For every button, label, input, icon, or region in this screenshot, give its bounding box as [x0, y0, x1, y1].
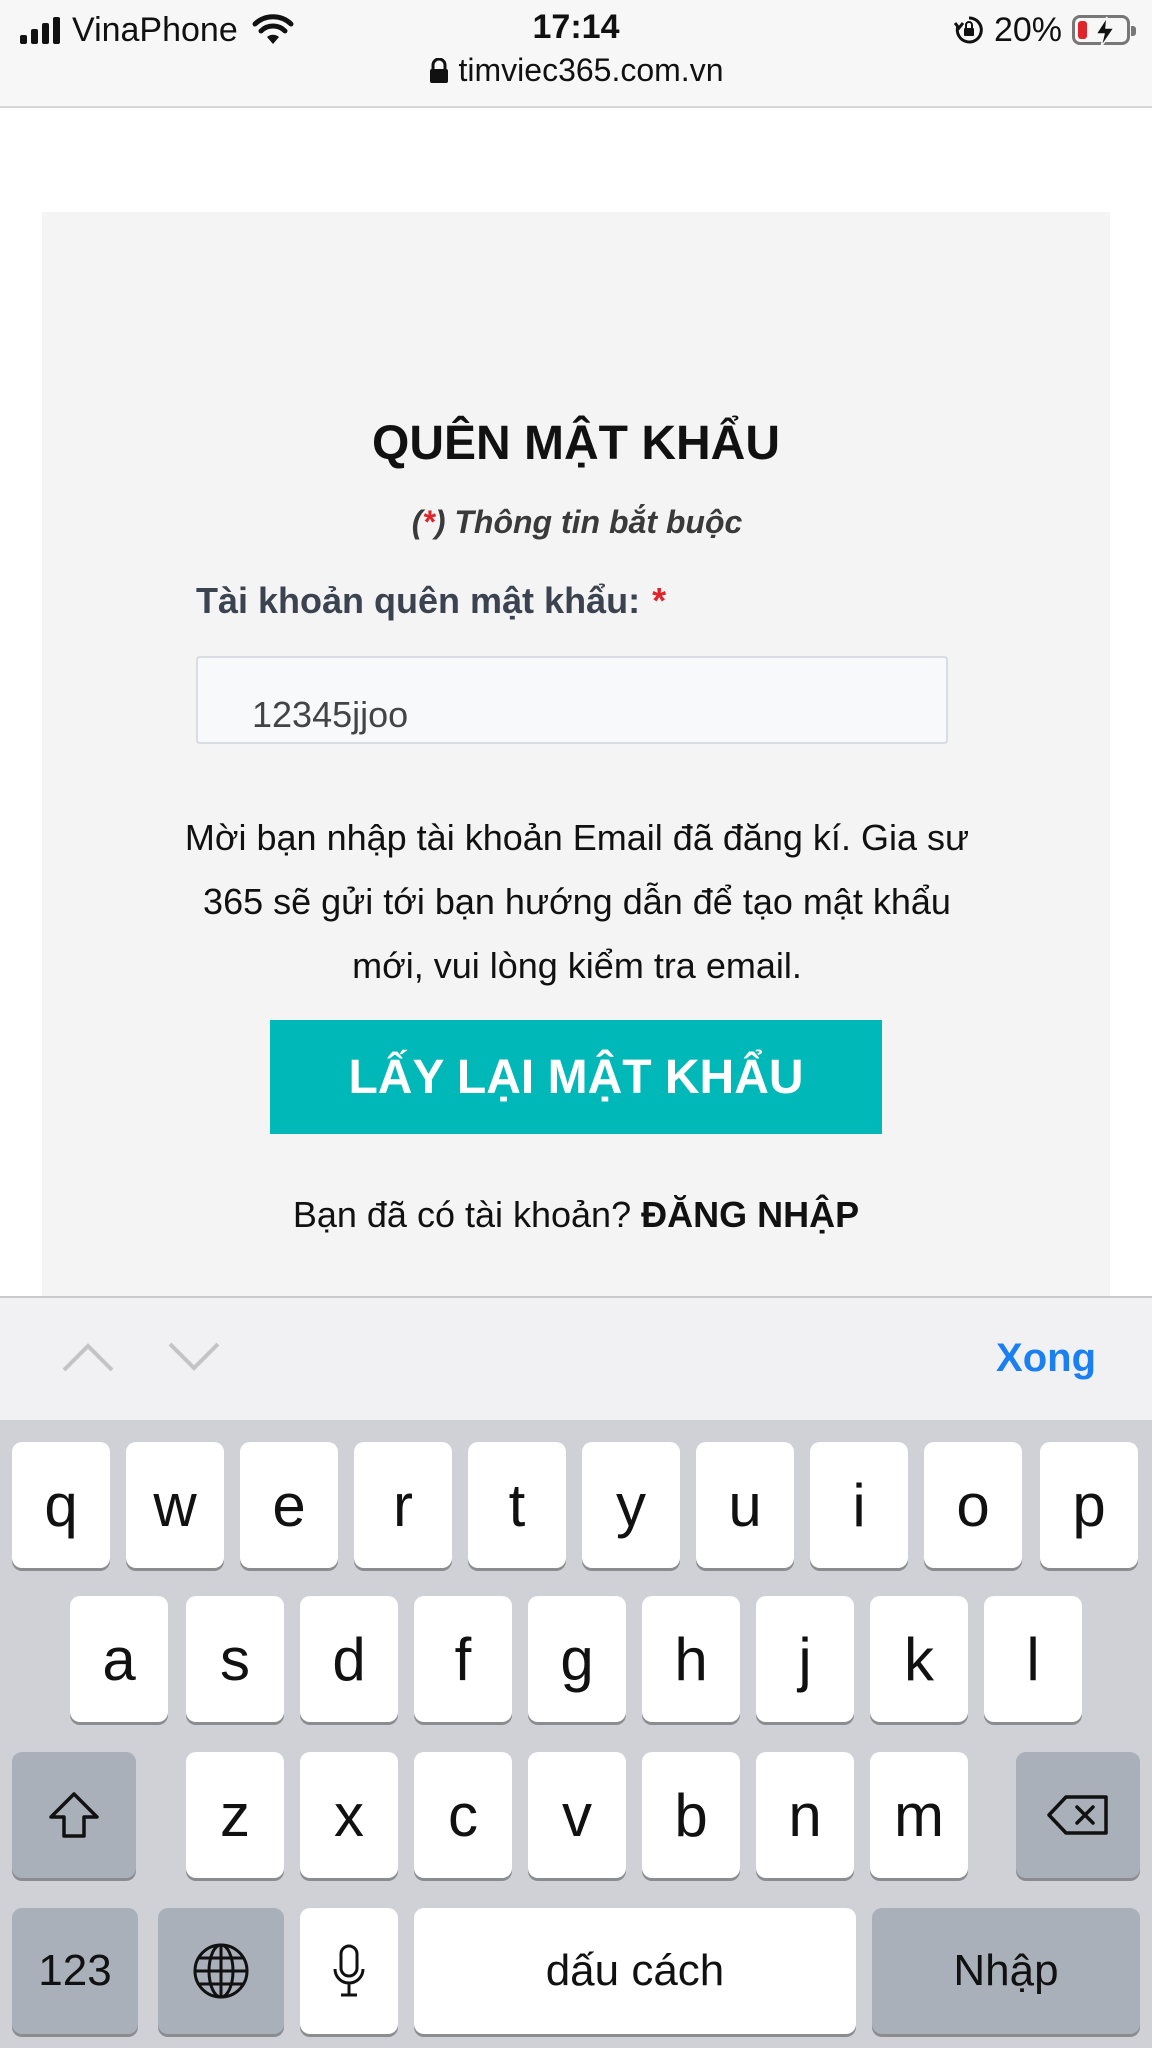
field-required-asterisk: * — [652, 580, 667, 621]
account-input[interactable] — [196, 656, 948, 744]
key-s[interactable]: s — [186, 1596, 284, 1722]
shift-icon — [49, 1792, 99, 1838]
key-j[interactable]: j — [756, 1596, 854, 1722]
required-asterisk: * — [422, 504, 435, 540]
key-z[interactable]: z — [186, 1752, 284, 1878]
return-key[interactable]: Nhập — [872, 1908, 1140, 2034]
key-e[interactable]: e — [240, 1442, 338, 1568]
delete-key[interactable] — [1016, 1752, 1140, 1878]
globe-icon — [193, 1943, 249, 1999]
key-l[interactable]: l — [984, 1596, 1082, 1722]
next-field-icon[interactable] — [166, 1340, 222, 1374]
key-a[interactable]: a — [70, 1596, 168, 1722]
key-d[interactable]: d — [300, 1596, 398, 1722]
key-u[interactable]: u — [696, 1442, 794, 1568]
previous-field-icon[interactable] — [60, 1340, 116, 1374]
required-note-text: ) Thông tin bắt buộc — [434, 504, 743, 540]
globe-key[interactable] — [158, 1908, 284, 2034]
status-bar: VinaPhone 17:14 20% timviec365.com.vn — [0, 0, 1152, 108]
key-y[interactable]: y — [582, 1442, 680, 1568]
orientation-lock-icon — [953, 16, 983, 44]
done-button[interactable]: Xong — [996, 1336, 1096, 1381]
space-key[interactable]: dấu cách — [414, 1908, 856, 2034]
key-w[interactable]: w — [126, 1442, 224, 1568]
numbers-key[interactable]: 123 — [12, 1908, 138, 2034]
backspace-icon — [1047, 1795, 1108, 1835]
login-prompt: Bạn đã có tài khoản? ĐĂNG NHẬP — [42, 1194, 1110, 1236]
required-note: (*) Thông tin bắt buộc — [42, 504, 1112, 541]
key-n[interactable]: n — [756, 1752, 854, 1878]
battery-percent: 20% — [993, 10, 1062, 49]
battery-icon — [1072, 15, 1136, 48]
key-h[interactable]: h — [642, 1596, 740, 1722]
help-text: Mời bạn nhập tài khoản Email đã đăng kí.… — [184, 817, 970, 986]
recover-password-button[interactable]: LẤY LẠI MẬT KHẨU — [270, 1020, 882, 1134]
shift-key[interactable] — [12, 1752, 136, 1878]
key-q[interactable]: q — [12, 1442, 110, 1568]
url-text: timviec365.com.vn — [458, 52, 724, 88]
key-x[interactable]: x — [300, 1752, 398, 1878]
lock-icon — [429, 58, 448, 83]
key-b[interactable]: b — [642, 1752, 740, 1878]
login-prompt-text: Bạn đã có tài khoản? — [292, 1194, 632, 1235]
dictation-key[interactable] — [300, 1908, 398, 2034]
page-title: QUÊN MẬT KHẨU — [372, 417, 780, 470]
address-bar[interactable]: timviec365.com.vn — [0, 52, 1152, 89]
key-g[interactable]: g — [528, 1596, 626, 1722]
key-k[interactable]: k — [870, 1596, 968, 1722]
required-note-prefix: ( — [411, 504, 423, 540]
battery-fill — [1078, 21, 1087, 39]
key-m[interactable]: m — [870, 1752, 968, 1878]
microphone-icon — [333, 1944, 365, 1997]
account-field-label: Tài khoản quên mật khẩu: * — [196, 580, 666, 622]
key-t[interactable]: t — [468, 1442, 566, 1568]
key-c[interactable]: c — [414, 1752, 512, 1878]
account-field-label-text: Tài khoản quên mật khẩu: — [196, 580, 641, 621]
key-p[interactable]: p — [1040, 1442, 1138, 1568]
battery-tip — [1131, 26, 1136, 36]
keyboard-accessory-bar: Xong — [0, 1296, 1152, 1420]
key-o[interactable]: o — [924, 1442, 1022, 1568]
charging-bolt-icon — [1094, 16, 1116, 48]
key-f[interactable]: f — [414, 1596, 512, 1722]
login-link[interactable]: ĐĂNG NHẬP — [641, 1194, 859, 1235]
screen: VinaPhone 17:14 20% timviec365.com.vn QU… — [0, 0, 1152, 2048]
keyboard: q w e r t y u i o p a s d f g h j k l z … — [0, 1420, 1152, 2048]
key-r[interactable]: r — [354, 1442, 452, 1568]
status-right: 20% — [953, 10, 1136, 50]
key-i[interactable]: i — [810, 1442, 908, 1568]
key-v[interactable]: v — [528, 1752, 626, 1878]
forgot-password-card: QUÊN MẬT KHẨU (*) Thông tin bắt buộc Tài… — [42, 212, 1110, 1296]
